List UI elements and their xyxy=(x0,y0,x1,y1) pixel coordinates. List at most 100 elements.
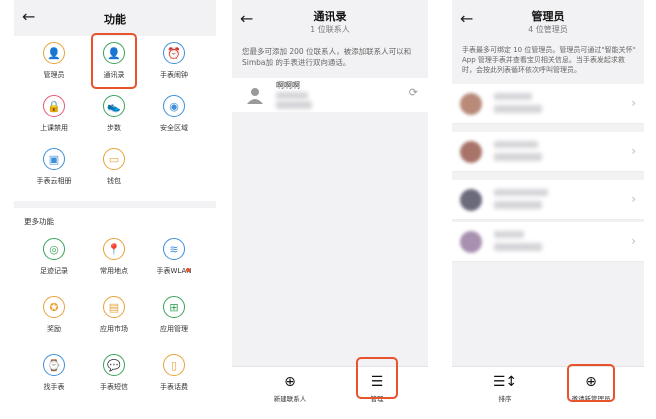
feature-label: 手表WLAN xyxy=(156,267,192,275)
sms-icon: 💬 xyxy=(103,354,125,376)
sort-button[interactable]: ☰↕ 排序 xyxy=(470,374,540,403)
admin-name-blurred xyxy=(494,231,524,238)
admins-screen: ← 管理员 4 位管理员 手表最多可绑定 10 位管理员。管理员可通过"智能关怀… xyxy=(452,0,644,412)
find-watch-icon: ⌚ xyxy=(43,354,65,376)
admin-icon: 👤 xyxy=(43,42,65,64)
wlan-icon: ≋ xyxy=(163,238,185,260)
add-contact-button[interactable]: ⊕ 新建联系人 xyxy=(255,374,325,403)
chevron-right-icon: › xyxy=(631,192,636,206)
admin-name-blurred xyxy=(494,93,532,100)
admin-phone-blurred xyxy=(494,105,542,113)
admin-count: 4 位管理员 xyxy=(528,25,568,34)
page-title: 管理员 xyxy=(531,10,565,23)
phone-bill-icon: ▯ xyxy=(163,354,185,376)
chevron-right-icon: › xyxy=(631,144,636,158)
admin-name-blurred xyxy=(494,189,548,196)
alarm-icon: ⏰ xyxy=(163,42,185,64)
admin-avatar xyxy=(460,231,482,253)
contacts-header: ← 通讯录 1 位联系人 xyxy=(232,0,428,40)
feature-label: 常用地点 xyxy=(100,267,128,275)
feature-location[interactable]: 📍 常用地点 xyxy=(84,238,144,276)
feature-label: 安全区域 xyxy=(160,124,188,132)
footprint-icon: ◎ xyxy=(43,238,65,260)
feature-label: 钱包 xyxy=(107,177,121,185)
feature-reward[interactable]: ✪ 奖励 xyxy=(24,296,84,334)
feature-find-watch[interactable]: ⌚ 找手表 xyxy=(24,354,84,392)
contact-count: 1 位联系人 xyxy=(310,25,350,34)
admin-phone-blurred xyxy=(494,243,542,251)
contacts-toolbar: ⊕ 新建联系人 ☰ 管理 xyxy=(232,366,428,412)
feature-wlan[interactable]: ≋ 手表WLAN xyxy=(144,238,204,276)
feature-label: 应用市场 xyxy=(100,325,128,333)
feature-label: 步数 xyxy=(107,124,121,132)
admin-row[interactable]: › xyxy=(452,222,644,262)
steps-icon: 👟 xyxy=(103,95,125,117)
feature-alarm[interactable]: ⏰ 手表闹钟 xyxy=(144,42,204,80)
admin-phone-blurred xyxy=(494,201,542,209)
feature-sms[interactable]: 💬 手表短信 xyxy=(84,354,144,392)
sort-label: 排序 xyxy=(498,395,512,403)
feature-label: 找手表 xyxy=(43,383,65,391)
cloud-album-icon: ▣ xyxy=(43,148,65,170)
admin-name-blurred xyxy=(494,141,538,148)
contact-name: 啊啊啊 xyxy=(276,81,300,90)
contacts-screen: ← 通讯录 1 位联系人 您最多可添加 200 位联系人，被添加联系人可以和 S… xyxy=(232,0,428,412)
feature-label: 手表话费 xyxy=(160,383,188,391)
sync-icon[interactable]: ⟳ xyxy=(409,86,418,99)
person-icon xyxy=(247,88,263,104)
feature-phone-bill[interactable]: ▯ 手表话费 xyxy=(144,354,204,392)
contact-info-blurred xyxy=(276,92,308,99)
highlight-invite xyxy=(567,364,615,402)
feature-cloud-album[interactable]: ▣ 手表云相册 xyxy=(24,148,84,186)
feature-label: 应用管理 xyxy=(160,325,188,333)
chevron-right-icon: › xyxy=(631,234,636,248)
feature-class-disable[interactable]: 🔒 上课禁用 xyxy=(24,95,84,133)
admin-row[interactable]: › xyxy=(452,180,644,220)
page-title: 通讯录 xyxy=(313,10,347,23)
admin-avatar xyxy=(460,93,482,115)
feature-wallet[interactable]: ▭ 钱包 xyxy=(84,148,144,186)
feature-app-manage[interactable]: ⊞ 应用管理 xyxy=(144,296,204,334)
safe-zone-icon: ◉ xyxy=(163,95,185,117)
contacts-note: 您最多可添加 200 位联系人，被添加联系人可以和 Simba加 的手表进行双向… xyxy=(242,47,412,67)
sort-icon: ☰↕ xyxy=(492,374,518,390)
highlight-manage xyxy=(356,357,398,399)
highlight-contacts xyxy=(91,33,137,89)
admins-toolbar: ☰↕ 排序 ⊕ 邀请新管理员 xyxy=(452,366,644,412)
admin-row[interactable]: › xyxy=(452,84,644,124)
class-disable-icon: 🔒 xyxy=(43,95,65,117)
feature-app-market[interactable]: ▤ 应用市场 xyxy=(84,296,144,334)
admin-avatar xyxy=(460,141,482,163)
contact-phone-blurred xyxy=(276,101,312,109)
app-manage-icon: ⊞ xyxy=(163,296,185,318)
feature-safe-zone[interactable]: ◉ 安全区域 xyxy=(144,95,204,133)
feature-label: 上课禁用 xyxy=(40,124,68,132)
feature-footprint[interactable]: ◎ 足迹记录 xyxy=(24,238,84,276)
chevron-right-icon: › xyxy=(631,96,636,110)
admin-phone-blurred xyxy=(494,153,542,161)
feature-label: 奖励 xyxy=(47,325,61,333)
add-circle-icon: ⊕ xyxy=(284,374,296,390)
wallet-icon: ▭ xyxy=(103,148,125,170)
add-contact-label: 新建联系人 xyxy=(273,395,307,403)
admins-header: ← 管理员 4 位管理员 xyxy=(452,0,644,40)
feature-admin[interactable]: 👤 管理员 xyxy=(24,42,84,80)
contact-row[interactable]: 啊啊啊 ⟳ xyxy=(232,78,428,112)
features-header: ← 功能 xyxy=(14,0,216,36)
app-market-icon: ▤ xyxy=(103,296,125,318)
admin-row[interactable]: › xyxy=(452,132,644,172)
feature-label: 手表云相册 xyxy=(36,177,72,185)
more-features-title: 更多功能 xyxy=(24,217,54,226)
admins-note: 手表最多可绑定 10 位管理员。管理员可通过"智能关怀" App 管理手表并查看… xyxy=(462,46,636,74)
new-badge-dot xyxy=(186,268,190,272)
feature-label: 足迹记录 xyxy=(40,267,68,275)
page-title: 功能 xyxy=(104,13,126,26)
feature-label: 管理员 xyxy=(43,71,65,79)
more-features-card: 更多功能 ◎ 足迹记录 📍 常用地点 ≋ 手表WLAN ✪ 奖励 ▤ 应用市场 ⊞ 应用管理 ⌚ 找手表 💬… xyxy=(14,208,216,412)
admin-avatar xyxy=(460,189,482,211)
feature-label: 手表闹钟 xyxy=(160,71,188,79)
feature-label: 手表短信 xyxy=(100,383,128,391)
location-icon: 📍 xyxy=(103,238,125,260)
reward-icon: ✪ xyxy=(43,296,65,318)
feature-steps[interactable]: 👟 步数 xyxy=(84,95,144,133)
